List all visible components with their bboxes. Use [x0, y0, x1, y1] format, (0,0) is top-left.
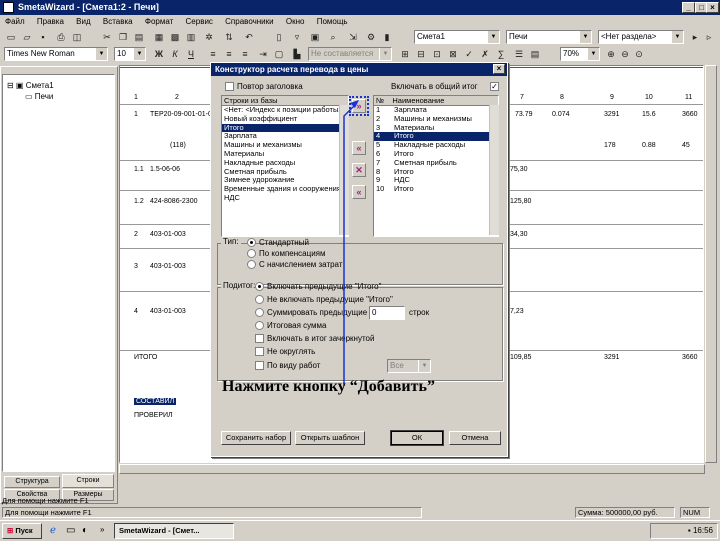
taskbar-app-button[interactable]: SmetaWizard - [Смет...: [114, 523, 234, 539]
status-help: Для помощи нажмите F1: [2, 507, 422, 518]
windows-logo-icon: ⊞: [7, 526, 14, 535]
media-icon[interactable]: ◐: [82, 525, 88, 536]
status-sum: Сумма: 500000,00 руб.: [575, 507, 675, 518]
network-icon: ▪: [687, 526, 691, 535]
tray: ▪ 16:56: [650, 523, 718, 539]
more-icon[interactable]: »: [100, 525, 104, 534]
page-status-text: Для помощи нажмите F1: [2, 496, 89, 505]
clock: 16:56: [692, 526, 713, 535]
start-button[interactable]: ⊞ Пуск: [2, 523, 42, 539]
callout-text: Нажмите кнопку “Добавить”: [222, 378, 435, 395]
desktop-icon[interactable]: ▭: [66, 525, 75, 536]
taskbar: ⊞ Пуск ℯ ▭ ◐ » SmetaWizard - [Смет... ▪ …: [0, 520, 720, 541]
status-bar: Для помощи нажмите F1 Сумма: 500000,00 р…: [0, 506, 720, 519]
callout-arrow: [343, 100, 359, 386]
status-num: NUM: [680, 507, 710, 518]
browser-icon[interactable]: ℯ: [50, 525, 56, 536]
